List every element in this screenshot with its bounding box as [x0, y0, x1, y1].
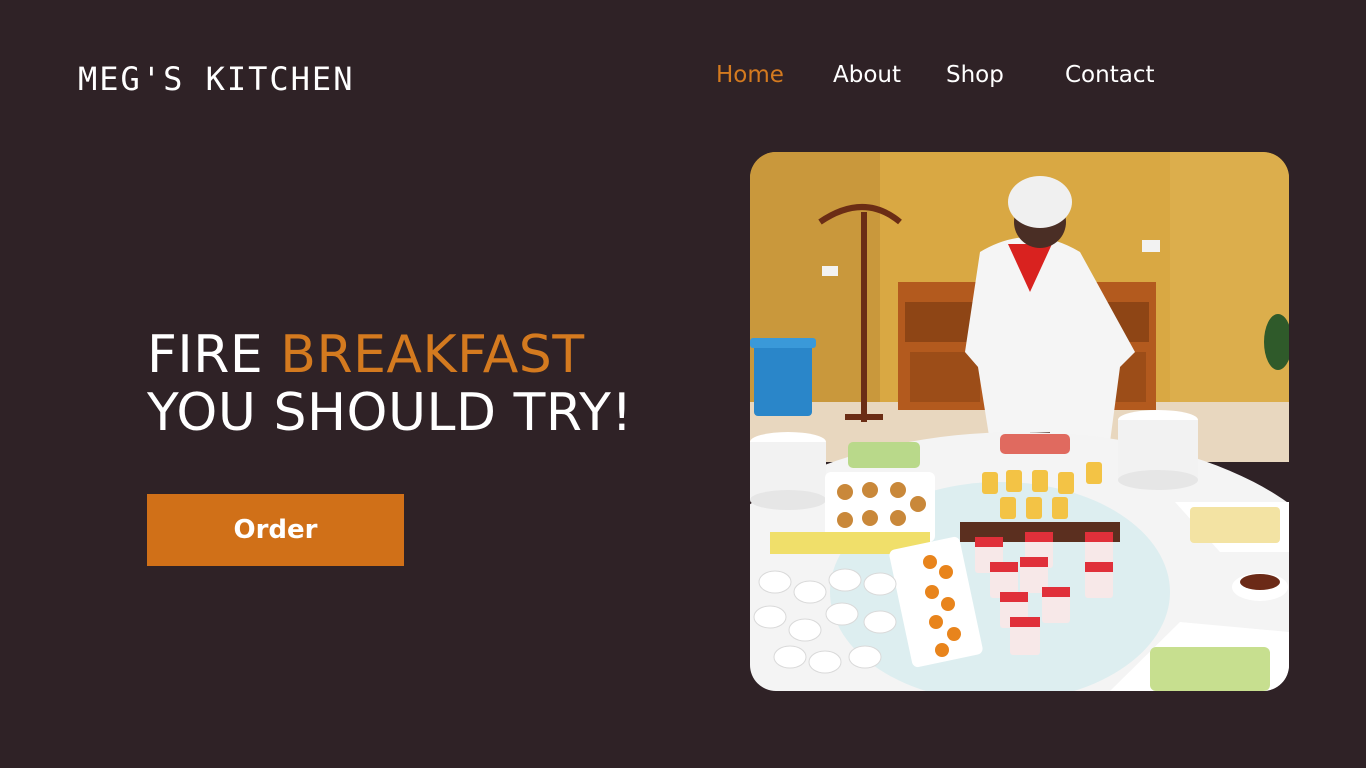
main-nav: Home About Shop Contact: [0, 62, 1366, 94]
order-button[interactable]: Order: [147, 494, 404, 566]
headline-prefix: FIRE: [147, 325, 281, 385]
nav-home-link[interactable]: Home: [716, 62, 784, 88]
chef-buffet-illustration: [750, 152, 1289, 691]
hero-headline: FIRE BREAKFAST YOU SHOULD TRY!: [147, 326, 633, 442]
nav-about-link[interactable]: About: [833, 62, 901, 88]
nav-shop-link[interactable]: Shop: [946, 62, 1004, 88]
headline-line-2: YOU SHOULD TRY!: [147, 383, 633, 443]
headline-accent: BREAKFAST: [280, 325, 585, 385]
nav-contact-link[interactable]: Contact: [1065, 62, 1154, 88]
hero-photo: [750, 152, 1289, 691]
